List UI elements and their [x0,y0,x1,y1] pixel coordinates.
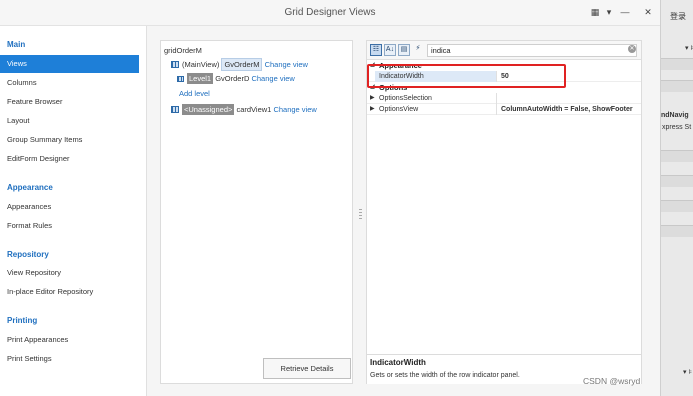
main-view-label: (MainView) [182,60,220,69]
close-button[interactable]: ✕ [640,5,656,19]
grid-view-icon [171,61,179,68]
change-view-link-level[interactable]: Change view [251,74,294,83]
splitter-handle[interactable] [359,207,362,219]
strip-bar [661,150,693,162]
category-row-appearance[interactable]: ◢ Appearance [367,60,641,71]
tree-row-unassigned: <Unassigned> cardView1 Change view [171,103,317,117]
property-name: IndicatorWidth [375,71,497,82]
express-text: xpress St [662,124,692,131]
sidebar: Main Views Columns Feature Browser Layou… [0,26,146,396]
watermark: CSDN @wsryd [583,376,641,386]
sidebar-item-format-rules[interactable]: Format Rules [0,217,139,235]
property-row-indicatorwidth[interactable]: IndicatorWidth 50 [367,71,641,82]
property-row-optionsview[interactable]: ▶ OptionsView ColumnAutoWidth = False, S… [367,104,641,115]
change-view-link-main[interactable]: Change view [265,60,308,69]
properties-icon[interactable]: ▤ [398,44,410,56]
sidebar-item-columns[interactable]: Columns [0,74,139,92]
strip-bar [661,225,693,237]
sidebar-item-layout[interactable]: Layout [0,112,139,130]
change-view-link-unassigned[interactable]: Change view [273,105,316,114]
property-value[interactable]: ColumnAutoWidth = False, ShowFooter [498,104,641,115]
sidebar-header-printing: Printing [7,316,38,325]
tree-row-level1: Level1 GvOrderD Change view [177,72,295,86]
level-label[interactable]: Level1 [187,73,214,84]
pin-icon[interactable]: ▾ ⊧ [683,368,692,376]
property-row-optionsselection[interactable]: ▶ OptionsSelection [367,93,641,104]
background-app-strip: 登录 ▾ ⊧ ndNavig xpress St ▾ ⊧ [660,0,693,396]
category-label: Appearance [379,61,422,70]
sidebar-header-repository: Repository [7,250,49,259]
collapse-arrow-icon[interactable]: ◢ [370,82,375,93]
expand-arrow-icon[interactable]: ▶ [370,104,375,115]
events-lightning-icon[interactable]: ⚡ [412,44,424,56]
add-level-link[interactable]: Add level [179,87,210,101]
category-row-options[interactable]: ◢ Options [367,82,641,93]
sidebar-header-appearance: Appearance [7,183,53,192]
strip-bar [661,80,693,92]
sidebar-item-view-repository[interactable]: View Repository [0,264,139,282]
clear-search-icon[interactable]: ✕ [628,45,636,53]
main-view-name[interactable]: GvOrderM [221,58,263,71]
sort-alphabetical-icon[interactable]: A↓ [384,44,396,56]
minimize-button[interactable]: — [617,5,633,19]
sidebar-item-group-summary-items[interactable]: Group Summary Items [0,131,139,149]
property-value[interactable] [498,93,641,104]
level-tree-panel: gridOrderM (MainView) GvOrderM Change vi… [160,40,353,384]
chevron-down-icon[interactable]: ▾ [601,5,617,19]
property-toolbar: ☷ A↓ ▤ ⚡ ✕ [367,41,641,60]
expand-arrow-icon[interactable]: ▶ [370,93,375,104]
grid-view-icon [177,76,184,82]
property-search-input[interactable] [427,44,637,57]
retrieve-details-button[interactable]: Retrieve Details [263,358,351,379]
unassigned-label[interactable]: <Unassigned> [182,104,235,115]
sidebar-item-views[interactable]: Views [0,55,139,73]
sidebar-item-feature-browser[interactable]: Feature Browser [0,93,139,111]
strip-bar [661,58,693,70]
level-view-name: GvOrderD [215,74,250,83]
window-titlebar: Grid Designer Views ▦ ▾ — ✕ [0,0,660,26]
card-view-icon [171,106,179,113]
strip-bar [661,200,693,212]
tree-row-main-view: (MainView) GvOrderM Change view [171,58,308,72]
sidebar-item-print-appearances[interactable]: Print Appearances [0,331,139,349]
property-name: OptionsSelection [375,93,497,104]
sidebar-item-appearances[interactable]: Appearances [0,198,139,216]
property-grid-panel: ☷ A↓ ▤ ⚡ ✕ ◢ Appearance IndicatorWidth 5… [366,40,642,384]
pin-icon[interactable]: ▾ ⊧ [685,44,693,52]
strip-bar [661,175,693,187]
sidebar-item-editform-designer[interactable]: EditForm Designer [0,150,139,168]
sidebar-header-main: Main [7,40,26,49]
description-title: IndicatorWidth [370,358,426,367]
property-value[interactable]: 50 [498,71,641,82]
grid-name: gridOrderM [164,46,202,55]
login-link[interactable]: 登录 [670,11,686,22]
description-text: Gets or sets the width of the row indica… [370,372,520,379]
nav-text: ndNavig [661,112,689,119]
property-name: OptionsView [375,104,497,115]
sidebar-item-inplace-editor-repository[interactable]: In-place Editor Repository [0,283,139,301]
window-title: Grid Designer Views [284,7,376,18]
sidebar-item-print-settings[interactable]: Print Settings [0,350,139,368]
unassigned-view-name: cardView1 [236,105,272,114]
collapse-arrow-icon[interactable]: ◢ [370,60,375,71]
category-label: Options [379,83,408,92]
categorized-icon[interactable]: ☷ [370,44,382,56]
